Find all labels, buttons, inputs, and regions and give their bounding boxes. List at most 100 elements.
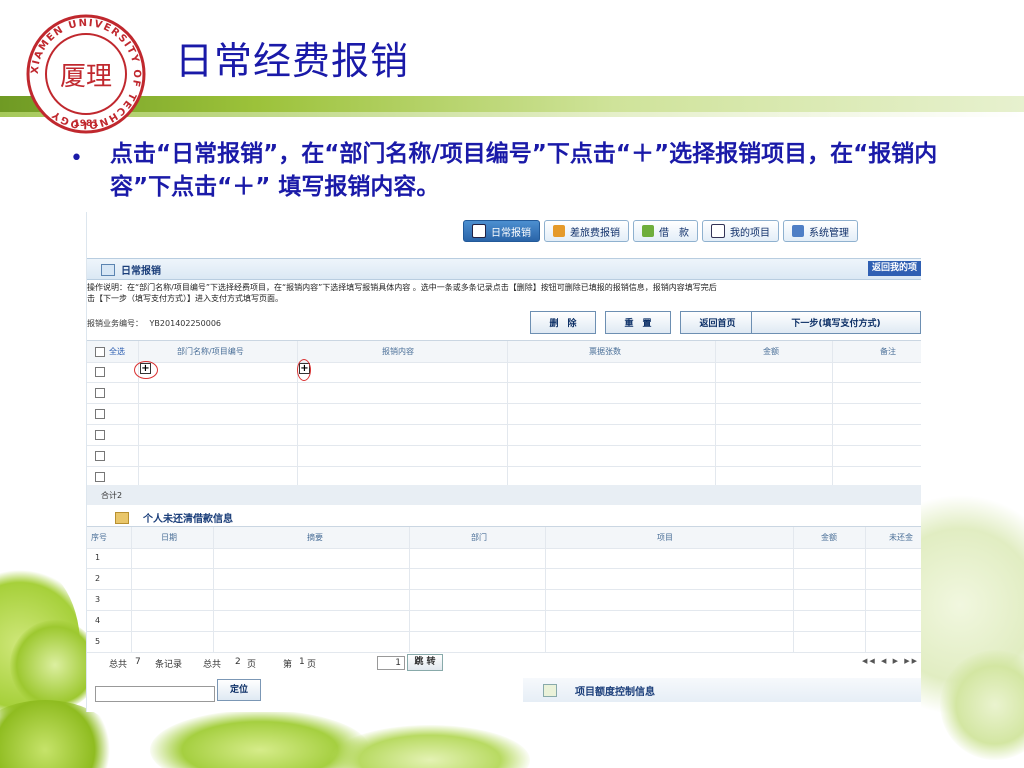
highlight-ring [297,359,311,381]
decor-leaf [330,725,530,768]
col-department: 部门 [471,533,487,542]
page-nav-arrows[interactable]: ◀◀ ◀ ▶ ▶▶ [862,657,919,665]
table-row [87,424,921,446]
delete-button[interactable]: 删 除 [530,311,596,334]
col-date: 日期 [161,533,177,542]
row-checkbox-cell[interactable] [95,466,105,487]
loan-row: 4 [87,610,921,632]
loan-row-number: 2 [95,574,101,583]
row-checkbox[interactable] [95,450,105,461]
select-all-cell[interactable]: 全选 [95,341,125,362]
folder-icon [115,511,129,524]
pager: 总共 7 条记录 总共 2 页 第 1 页 1 跳 转 ◀◀ ◀ ▶ ▶▶ [87,652,921,674]
logo-center: 厦理 [60,62,112,92]
app-screenshot: 日常报销 差旅费报销 借 款 我的项目 系统管理 日常报销 返回我的项 操作说明… [86,212,921,712]
col-loan-amount: 金额 [821,533,837,542]
section-header: 日常报销 返回我的项 [87,258,921,280]
table-header: 全选 部门名称/项目编号 报销内容 票据张数 金额 备注 [87,340,921,363]
next-step-button[interactable]: 下一步(填写支付方式) [751,311,921,334]
loan-row: 3 [87,589,921,611]
loan-icon [642,225,654,237]
row-checkbox-cell[interactable] [95,382,105,403]
col-dept-project: 部门名称/项目编号 [177,347,244,356]
business-number-label: 报销业务编号： [87,319,143,328]
pager-total-pages-b: 页 [247,660,257,670]
row-checkbox[interactable] [95,366,105,377]
row-checkbox-cell[interactable] [95,361,105,382]
row-checkbox-cell[interactable] [95,445,105,466]
nav-label: 借 款 [659,227,689,239]
nav-loan[interactable]: 借 款 [633,220,698,242]
pager-total-pages-a: 总共 [203,660,222,670]
pager-current-b: 页 [307,660,317,670]
row-checkbox[interactable] [95,429,105,440]
return-home-button[interactable]: 返回首页 [680,311,755,334]
col-content: 报销内容 [382,347,414,356]
col-summary: 摘要 [307,533,323,542]
instruction-line-1: 操作说明：在“部门名称/项目编号”下选择经费项目，在“报销内容”下选择填写报销具… [87,283,717,292]
top-nav: 日常报销 差旅费报销 借 款 我的项目 系统管理 [463,220,858,242]
business-number-value: YB201402250006 [149,319,221,328]
row-checkbox[interactable] [95,408,105,419]
jump-button[interactable]: 跳 转 [407,654,443,671]
row-checkbox[interactable] [95,387,105,398]
reset-button[interactable]: 重 置 [605,311,671,334]
pager-current-n: 1 [299,657,305,667]
instructions: 操作说明：在“部门名称/项目编号”下选择经费项目，在“报销内容”下选择填写报销具… [87,282,921,304]
page-number-input[interactable]: 1 [377,656,405,670]
loan-row-number: 3 [95,595,101,604]
loan-row-number: 4 [95,616,101,625]
header-green-band-light [0,112,1024,117]
nav-label: 日常报销 [491,227,531,239]
nav-label: 系统管理 [809,227,849,239]
row-checkbox-cell[interactable] [95,403,105,424]
table-row [87,403,921,425]
window-icon [101,263,115,276]
loan-row: 5 [87,631,921,653]
nav-daily-reimbursement[interactable]: 日常报销 [463,220,540,242]
locate-button[interactable]: 定位 [217,679,261,701]
nav-label: 差旅费报销 [570,227,620,239]
return-my-projects-button[interactable]: 返回我的项 [867,261,921,276]
select-all-label[interactable]: 全选 [109,346,125,357]
settings-icon [792,225,804,237]
nav-system-admin[interactable]: 系统管理 [783,220,858,242]
pager-total-records-a: 总共 [109,660,128,670]
slide-title: 日常经费报销 [175,39,410,83]
nav-label: 我的项目 [730,227,770,239]
logo-year: 1981 [73,119,98,129]
truck-icon [553,225,565,237]
header-green-band [0,96,1024,112]
university-logo: XIAMEN UNIVERSITY OF TECHNOLOGY 厦理 1981 [26,14,146,134]
business-number: 报销业务编号： YB201402250006 [87,318,221,329]
col-remark: 备注 [880,347,896,356]
loan-table-header: 序号 日期 摘要 部门 项目 金额 未还金 [87,526,921,549]
table-row [87,361,921,383]
table-row [87,445,921,467]
row-checkbox-cell[interactable] [95,424,105,445]
budget-icon [543,684,557,697]
loan-row: 1 [87,547,921,569]
loan-section-title: 个人未还清借款信息 [115,510,233,525]
total-label: 合计2 [101,491,123,500]
document-icon [472,224,486,238]
list-icon [711,224,725,238]
budget-title: 项目额度控制信息 [575,687,655,698]
pager-total-records-n: 7 [135,657,141,667]
locate-input[interactable] [95,686,215,702]
col-project: 项目 [657,533,673,542]
bullet-dot: • [70,146,83,171]
nav-travel-reimbursement[interactable]: 差旅费报销 [544,220,629,242]
nav-my-projects[interactable]: 我的项目 [702,220,779,242]
table-row [87,382,921,404]
select-all-checkbox[interactable] [95,346,105,357]
col-unpaid: 未还金 [889,533,913,542]
section-title: 日常报销 [101,262,161,277]
col-amount: 金额 [763,347,779,356]
row-checkbox[interactable] [95,471,105,482]
loan-row-number: 5 [95,637,101,646]
loan-title-text: 个人未还清借款信息 [143,514,233,525]
total-row: 合计2 [87,485,921,505]
col-receipt-count: 票据张数 [589,347,621,356]
loan-row-number: 1 [95,553,101,562]
